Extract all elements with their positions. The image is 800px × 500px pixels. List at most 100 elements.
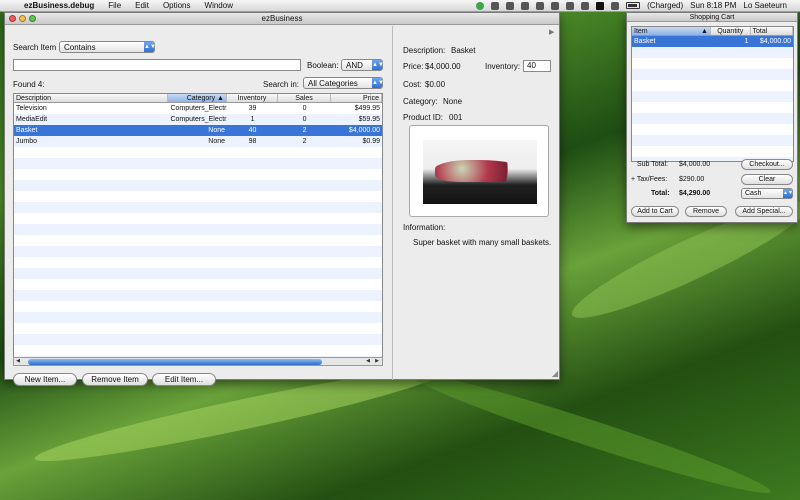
updown-arrows-icon: ▲▼ [783,189,793,198]
column-price[interactable]: Price [331,94,382,102]
column-item[interactable]: Item ▲ [632,27,711,35]
input-source-icon[interactable] [596,1,605,10]
column-total[interactable]: Total [751,27,793,35]
cart-item: Basket [634,38,656,45]
evernote-icon[interactable] [506,1,515,10]
time-machine-icon[interactable] [536,1,545,10]
sync-icon[interactable] [521,1,530,10]
updown-arrows-icon: ▲▼ [144,42,156,52]
menu-edit[interactable]: Edit [128,1,156,10]
menu-options[interactable]: Options [156,1,198,10]
menu-file[interactable]: File [101,1,128,10]
clear-button[interactable]: Clear [741,174,793,185]
row-category: None [208,138,226,145]
column-sales[interactable]: Sales [278,94,331,102]
search-item-label: Search Item [13,43,57,52]
script-icon[interactable] [491,1,500,10]
add-to-cart-button[interactable]: Add to Cart [631,206,679,217]
cart-title: Shopping Cart [689,14,735,21]
clock[interactable]: Sun 8:18 PM [690,1,736,10]
description-value: Basket [451,46,476,55]
search-in-select[interactable]: All Categories ▲▼ [303,77,384,89]
table-body: Television Computers_Electr... 39 0 $499… [14,103,382,364]
cart-row-selected[interactable]: Basket 1 $4,000.00 [632,36,793,47]
scroll-left-icon[interactable]: ◀ [14,358,22,365]
menu-window[interactable]: Window [198,1,240,10]
row-price: $4,000.00 [348,127,380,134]
window-title: ezBusiness [261,14,303,23]
minimize-icon[interactable] [19,15,26,22]
price-label: Price: [403,62,424,71]
detail-pane: ▶ Description: Basket Price: $4,000.00 I… [392,26,560,380]
basket-image [435,160,525,182]
wifi-icon[interactable] [566,1,575,10]
boolean-select[interactable]: AND ▲▼ [341,59,384,71]
search-in-value: All Categories [308,78,358,88]
resize-grip-icon[interactable]: ◢ [552,369,558,378]
search-mode-select[interactable]: Contains ▲▼ [59,41,156,53]
scroll-left-icon[interactable]: ◀ [364,358,372,365]
cost-label: Cost: [403,80,422,89]
total-value: $4,290.00 [679,190,711,197]
table-row-selected[interactable]: Basket None 40 2 $4,000.00 [14,125,382,136]
tax-value: $290.00 [679,176,705,183]
tax-label: + Tax/Fees: [631,176,668,183]
volume-icon[interactable] [581,1,590,10]
table-row[interactable]: Television Computers_Electr... 39 0 $499… [14,103,382,114]
column-inventory[interactable]: Inventory [227,94,279,102]
table-row[interactable]: MediaEdit Computers_Electr... 1 0 $59.95 [14,114,382,125]
scroll-right-icon[interactable]: ▶ [373,358,381,365]
add-special-button[interactable]: Add Special... [735,206,793,217]
column-description[interactable]: Description [14,94,169,102]
checkout-button[interactable]: Checkout... [741,159,793,170]
row-inventory: 98 [248,138,257,145]
column-category[interactable]: Category ▲ [168,94,227,102]
horizontal-scrollbar[interactable]: ◀ ◀ ▶ [13,357,383,366]
desktop-wallpaper-blade [405,361,775,500]
cart-total: $4,000.00 [759,38,791,45]
price-value: $4,000.00 [425,62,461,71]
information-text[interactable]: Super basket with many small baskets. [413,238,551,247]
table-row[interactable]: Jumbo None 98 2 $0.99 [14,136,382,147]
user-name[interactable]: Lo Saeteurn [743,1,787,10]
payment-method-select[interactable]: Cash ▲▼ [741,188,793,199]
sort-ascending-icon: ▲ [701,28,708,35]
row-price: $59.95 [358,116,380,123]
window-titlebar[interactable]: ezBusiness [5,13,559,25]
row-category: Computers_Electr... [170,116,228,123]
cart-remove-button[interactable]: Remove [685,206,727,217]
remove-item-button[interactable]: Remove Item [82,373,148,386]
row-category: None [208,127,226,134]
inventory-field[interactable]: 40 [523,60,551,72]
scroll-thumb[interactable] [28,359,322,365]
close-icon[interactable] [9,15,16,22]
product-image [423,140,537,204]
search-pane: Search Item Contains ▲▼ Boolean: AND ▲▼ … [5,26,391,386]
edit-item-button[interactable]: Edit Item... [152,373,216,386]
category-value: None [443,97,463,106]
cart-titlebar[interactable]: Shopping Cart [627,13,797,22]
menu-bar: ezBusiness.debug File Edit Options Windo… [0,0,800,12]
row-sales: 2 [302,127,307,134]
new-item-button[interactable]: New Item... [13,373,77,386]
status-icon[interactable] [476,1,485,10]
zoom-icon[interactable] [29,15,36,22]
table-header: Description Category ▲ Inventory Sales P… [14,94,382,103]
category-label: Category: [403,97,438,106]
boolean-label: Boolean: [307,61,339,70]
product-id-value: 001 [449,113,463,122]
column-quantity[interactable]: Quantity [711,27,751,35]
subtotal-label: Sub Total: [637,161,669,168]
menu-app-name[interactable]: ezBusiness.debug [20,1,101,10]
items-table: Description Category ▲ Inventory Sales P… [13,93,383,365]
cart-table-body: Basket 1 $4,000.00 [632,36,793,161]
search-input[interactable] [13,59,301,71]
collapse-arrow-icon[interactable]: ▶ [549,28,554,36]
sort-ascending-icon: ▲ [217,95,224,102]
product-image-well[interactable] [409,125,549,217]
row-category: Computers_Electr... [170,105,228,112]
display-icon[interactable] [611,1,620,10]
battery-icon[interactable] [626,2,641,9]
bluetooth-icon[interactable] [551,1,560,10]
row-description: Basket [16,127,38,134]
